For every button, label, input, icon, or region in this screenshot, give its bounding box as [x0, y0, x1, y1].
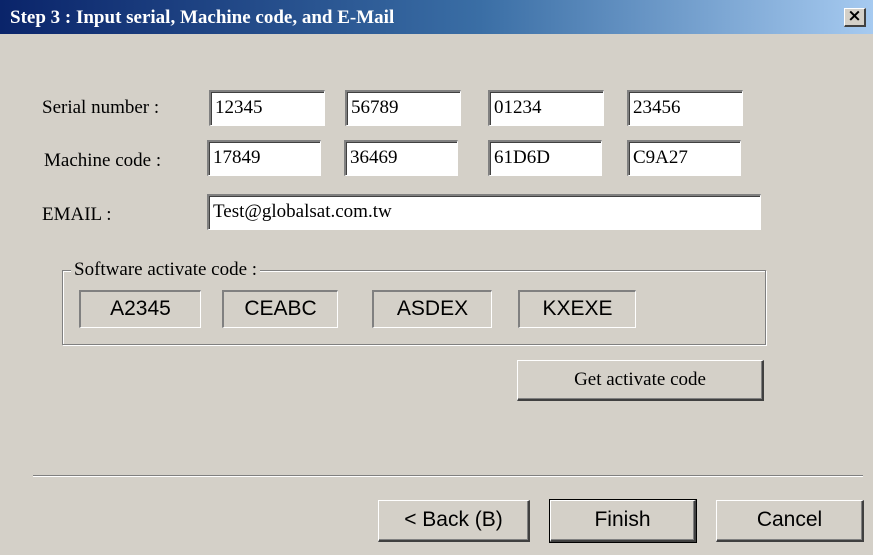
activate-code-4: KXEXE	[518, 290, 636, 328]
title-bar[interactable]: Step 3 : Input serial, Machine code, and…	[0, 0, 873, 34]
back-button[interactable]: < Back (B)	[378, 500, 530, 542]
window-title: Step 3 : Input serial, Machine code, and…	[10, 7, 395, 28]
activate-code-3: ASDEX	[372, 290, 492, 328]
email-label: EMAIL :	[42, 204, 112, 225]
serial-number-label: Serial number :	[42, 97, 160, 118]
email-field[interactable]: Test@globalsat.com.tw	[207, 194, 761, 230]
activate-code-1: A2345	[79, 290, 201, 328]
finish-button[interactable]: Finish	[549, 499, 697, 543]
activate-code-2: CEABC	[222, 290, 338, 328]
machine-field-3[interactable]: 61D6D	[488, 140, 602, 176]
activate-code-group-label: Software activate code :	[71, 259, 261, 281]
cancel-button[interactable]: Cancel	[716, 500, 864, 542]
close-button[interactable]: ×	[844, 8, 866, 27]
machine-field-2[interactable]: 36469	[344, 140, 458, 176]
serial-field-3[interactable]: 01234	[488, 90, 604, 126]
machine-field-1[interactable]: 17849	[207, 140, 321, 176]
separator	[33, 475, 863, 477]
get-activate-code-button[interactable]: Get activate code	[517, 360, 764, 401]
serial-field-1[interactable]: 12345	[209, 90, 325, 126]
machine-code-label: Machine code :	[44, 150, 162, 171]
serial-field-4[interactable]: 23456	[627, 90, 743, 126]
machine-field-4[interactable]: C9A27	[627, 140, 741, 176]
close-icon: ×	[847, 6, 862, 26]
serial-field-2[interactable]: 56789	[345, 90, 461, 126]
